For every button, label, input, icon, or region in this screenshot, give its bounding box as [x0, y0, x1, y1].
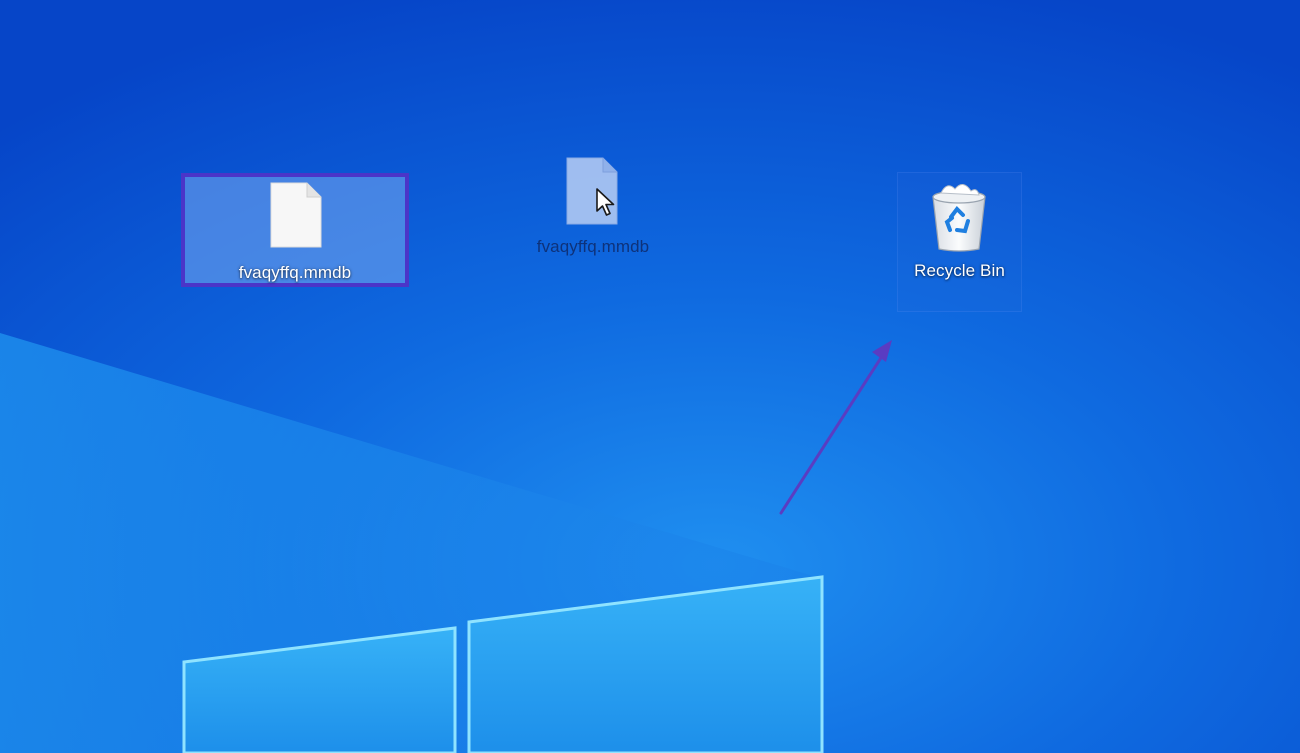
windows-wallpaper: [0, 0, 1300, 753]
file-label: fvaqyffq.mmdb: [238, 263, 352, 282]
document-icon: [270, 182, 322, 248]
file-label: fvaqyffq.mmdb: [536, 237, 650, 256]
desktop-recycle-bin[interactable]: Recycle Bin: [897, 172, 1022, 312]
recycle-bin-label: Recycle Bin: [914, 261, 1005, 280]
arrow-cursor-icon: [596, 188, 615, 216]
recycle-bin-icon: [932, 184, 986, 252]
desktop-file-selected[interactable]: fvaqyffq.mmdb: [181, 173, 409, 287]
desktop-file-drag-ghost[interactable]: fvaqyffq.mmdb: [515, 152, 671, 264]
desktop[interactable]: fvaqyffq.mmdb fvaqyffq.mmdb Recycle Bin: [0, 0, 1300, 753]
